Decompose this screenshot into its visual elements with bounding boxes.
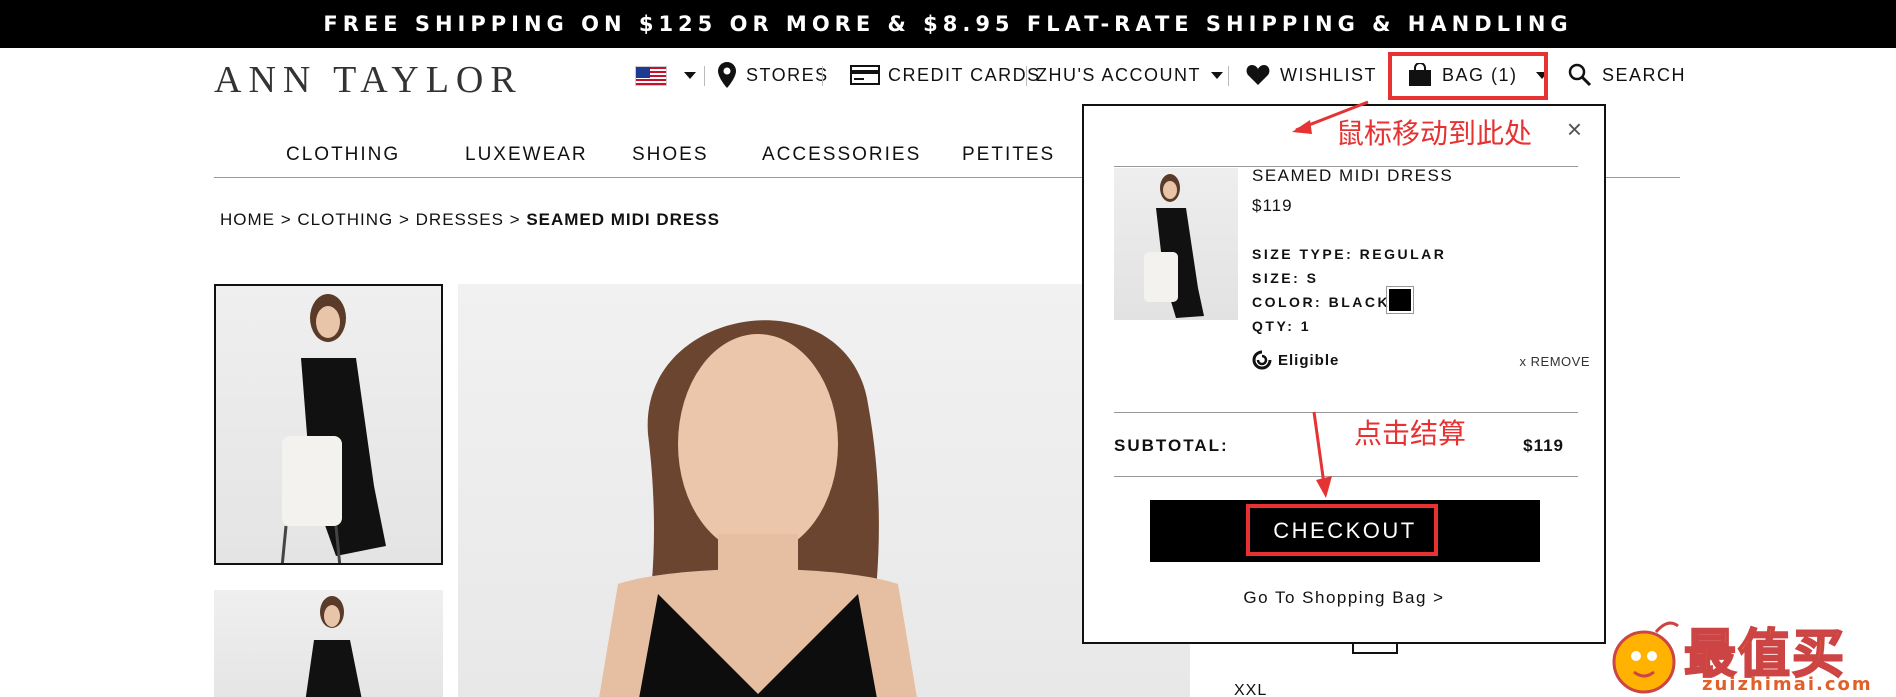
account-label: ZHU'S ACCOUNT bbox=[1036, 64, 1201, 85]
breadcrumb-dresses[interactable]: DRESSES bbox=[416, 210, 504, 229]
divider bbox=[822, 66, 823, 86]
bag-item-size: SIZE: S bbox=[1252, 270, 1319, 286]
nav-accessories[interactable]: ACCESSORIES bbox=[762, 144, 921, 166]
breadcrumb-separator: > bbox=[280, 210, 292, 229]
wishlist-link[interactable]: WISHLIST bbox=[1246, 60, 1377, 90]
remove-item-link[interactable]: x REMOVE bbox=[1520, 354, 1590, 369]
breadcrumb-clothing[interactable]: CLOTHING bbox=[297, 210, 393, 229]
model-photo-icon bbox=[599, 320, 917, 697]
model-photo-icon bbox=[1144, 174, 1204, 318]
close-icon[interactable]: × bbox=[1567, 116, 1582, 142]
hover-hint-annotation: 鼠标移动到此处 bbox=[1336, 117, 1533, 150]
bag-item-qty: QTY: 1 bbox=[1252, 318, 1312, 334]
main-product-image[interactable] bbox=[458, 284, 1190, 697]
subtotal-label: SUBTOTAL: bbox=[1114, 436, 1229, 455]
product-thumbnail-2[interactable] bbox=[214, 590, 443, 697]
divider bbox=[1114, 476, 1578, 477]
heart-icon bbox=[1246, 65, 1270, 85]
search-button[interactable]: SEARCH bbox=[1568, 60, 1686, 90]
arrow-icon bbox=[1312, 411, 1332, 498]
account-caret-icon bbox=[1210, 71, 1223, 79]
nav-clothing[interactable]: CLOTHING bbox=[286, 144, 400, 166]
stores-label: STORES bbox=[746, 64, 829, 85]
search-icon bbox=[1568, 63, 1592, 87]
country-dropdown-caret-icon[interactable] bbox=[684, 72, 696, 79]
divider bbox=[1026, 66, 1027, 86]
watermark-logo: 最值买 zuizhimai.com bbox=[1606, 612, 1896, 697]
credit-cards-label: CREDIT CARDS bbox=[888, 64, 1041, 85]
bag-item-price: $119 bbox=[1252, 196, 1293, 215]
size-option-xxl[interactable]: XXL bbox=[1234, 682, 1267, 697]
divider bbox=[704, 66, 705, 86]
wishlist-label: WISHLIST bbox=[1280, 64, 1378, 85]
credit-cards-link[interactable]: CREDIT CARDS bbox=[850, 60, 1041, 90]
watermark-url: zuizhimai.com bbox=[1702, 674, 1873, 695]
promo-banner: FREE SHIPPING ON $125 OR MORE & $8.95 FL… bbox=[0, 0, 1896, 48]
go-to-shopping-bag-link[interactable]: Go To Shopping Bag > bbox=[1084, 588, 1604, 608]
bag-item-color: COLOR: BLACK bbox=[1252, 294, 1391, 310]
search-label: SEARCH bbox=[1602, 64, 1687, 85]
divider bbox=[1228, 66, 1229, 86]
location-pin-icon bbox=[718, 62, 736, 88]
nav-shoes[interactable]: SHOES bbox=[632, 144, 709, 166]
bag-item-thumbnail[interactable] bbox=[1114, 168, 1238, 320]
breadcrumb-separator: > bbox=[398, 210, 410, 229]
subtotal-value: $119 bbox=[1523, 436, 1564, 455]
mascot-icon bbox=[1612, 621, 1679, 694]
spinner-logo-icon bbox=[1252, 350, 1272, 370]
divider bbox=[1114, 412, 1578, 413]
us-flag-icon[interactable] bbox=[635, 66, 667, 86]
color-swatch bbox=[1386, 286, 1414, 314]
nav-petites[interactable]: PETITES bbox=[962, 144, 1055, 166]
click-hint-annotation: 点击结算 bbox=[1354, 417, 1467, 450]
nav-luxewear[interactable]: LUXEWEAR bbox=[465, 144, 588, 166]
breadcrumb-separator: > bbox=[509, 210, 521, 229]
account-menu[interactable]: ZHU'S ACCOUNT bbox=[1036, 60, 1223, 90]
eligible-label: Eligible bbox=[1278, 351, 1340, 369]
bag-item-size-type: SIZE TYPE: REGULAR bbox=[1252, 246, 1447, 262]
breadcrumb: HOME > CLOTHING > DRESSES > SEAMED MIDI … bbox=[220, 210, 720, 230]
mini-bag-popup: × SEAMED MIDI DRESS $119 SIZE TYPE: REGU… bbox=[1082, 104, 1606, 644]
breadcrumb-current: SEAMED MIDI DRESS bbox=[526, 210, 720, 229]
product-thumbnail-1[interactable] bbox=[214, 284, 443, 565]
ann-taylor-logo[interactable]: ANN TAYLOR bbox=[214, 58, 523, 102]
breadcrumb-home[interactable]: HOME bbox=[220, 210, 275, 229]
model-photo-icon bbox=[305, 596, 362, 697]
stores-link[interactable]: STORES bbox=[718, 60, 829, 90]
bag-highlight-box bbox=[1388, 52, 1548, 100]
credit-card-icon bbox=[850, 65, 880, 85]
eligible-badge: Eligible bbox=[1252, 350, 1339, 370]
bag-item-name[interactable]: SEAMED MIDI DRESS bbox=[1252, 166, 1453, 186]
model-photo-icon bbox=[280, 294, 386, 563]
checkout-highlight-box bbox=[1246, 504, 1438, 556]
